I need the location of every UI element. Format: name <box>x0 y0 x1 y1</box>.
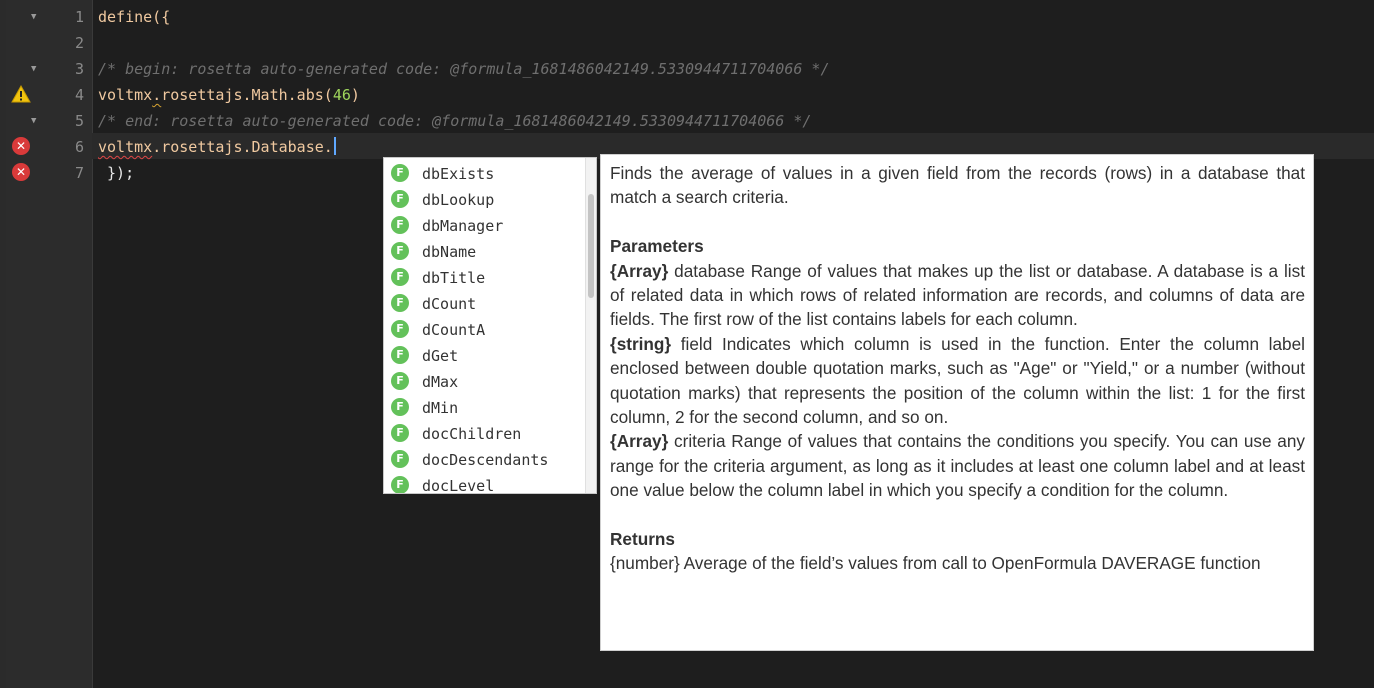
line-number: 6 <box>74 138 84 156</box>
warning-squiggle: . <box>152 86 162 104</box>
gutter-row: ▼ 3 <box>6 56 92 82</box>
code-line-3[interactable]: /* begin: rosetta auto-generated code: @… <box>98 56 830 82</box>
line-number: 5 <box>74 112 84 130</box>
code-line-6[interactable]: voltmx.rosettajs.Database. <box>98 134 336 160</box>
autocomplete-item[interactable]: FdGet <box>384 342 584 368</box>
function-icon: F <box>391 450 409 468</box>
function-icon: F <box>391 424 409 442</box>
gutter-row: ✕ 7 <box>6 160 92 186</box>
gutter-row: ▼ 5 <box>6 108 92 134</box>
doc-returns-heading: Returns <box>610 529 675 550</box>
code-line-4[interactable]: voltmx.rosettajs.Math.abs(46) <box>98 82 360 108</box>
param-type: {Array} <box>610 431 669 452</box>
fold-toggle-icon[interactable]: ▼ <box>31 116 36 126</box>
doc-param: {Array} database Range of values that ma… <box>610 259 1305 332</box>
param-description: database Range of values that makes up t… <box>610 260 1305 330</box>
autocomplete-item[interactable]: FdbTitle <box>384 264 584 290</box>
param-description: criteria Range of values that contains t… <box>610 431 1305 501</box>
line-number: 2 <box>74 34 84 52</box>
documentation-tooltip: Finds the average of values in a given f… <box>600 154 1314 651</box>
gutter-row: 4 <box>6 82 92 108</box>
function-icon: F <box>391 242 409 260</box>
code-line-5[interactable]: /* end: rosetta auto-generated code: @fo… <box>98 108 811 134</box>
warning-icon[interactable] <box>11 85 31 103</box>
autocomplete-scrollbar[interactable] <box>585 158 596 493</box>
scrollbar-thumb[interactable] <box>588 194 594 298</box>
autocomplete-item[interactable]: FdocDescendants <box>384 446 584 472</box>
line-number-gutter: ▼ 1 2 ▼ 3 4 ▼ 5 ✕ 6 ✕ 7 <box>6 0 93 688</box>
member-chain: rosettajs.Math.abs( <box>161 86 333 104</box>
doc-param: {string} field Indicates which column is… <box>610 332 1305 430</box>
doc-returns: {number} Average of the field’s values f… <box>610 553 1261 574</box>
autocomplete-item[interactable]: FdbExists <box>384 160 584 186</box>
close-paren: ) <box>350 86 360 104</box>
autocomplete-item[interactable]: FdbManager <box>384 212 584 238</box>
function-icon: F <box>391 190 409 208</box>
autocomplete-item[interactable]: FdMin <box>384 394 584 420</box>
gutter-row: 2 <box>6 30 92 56</box>
line-number: 1 <box>74 8 84 26</box>
autocomplete-item[interactable]: FdMax <box>384 368 584 394</box>
identifier-voltmx-error: voltmx <box>98 138 153 156</box>
autocomplete-item[interactable]: FdocChildren <box>384 420 584 446</box>
error-icon[interactable]: ✕ <box>12 163 30 181</box>
code-line-7[interactable]: }); <box>98 160 134 186</box>
function-icon: F <box>391 216 409 234</box>
code-editor[interactable]: ⋮⋮ ▼ 1 2 ▼ 3 4 ▼ 5 <box>0 0 1374 688</box>
autocomplete-item[interactable]: FdocLevel <box>384 472 584 493</box>
function-icon: F <box>391 294 409 312</box>
doc-parameters-heading: Parameters <box>610 236 704 257</box>
function-icon: F <box>391 164 409 182</box>
doc-summary: Finds the average of values in a given f… <box>610 163 1305 208</box>
function-icon: F <box>391 268 409 286</box>
line-number: 7 <box>74 164 84 182</box>
autocomplete-item[interactable]: FdbName <box>384 238 584 264</box>
function-icon: F <box>391 398 409 416</box>
param-type: {Array} <box>610 260 669 281</box>
autocomplete-item[interactable]: FdCountA <box>384 316 584 342</box>
line-number: 4 <box>74 86 84 104</box>
param-description: field Indicates which column is used in … <box>610 333 1305 428</box>
line-number: 3 <box>74 60 84 78</box>
identifier-voltmx: voltmx <box>98 86 153 104</box>
code-line-1[interactable]: define({ <box>98 4 170 30</box>
member-chain: .rosettajs.Database. <box>152 138 333 156</box>
gutter-row: ✕ 6 <box>6 134 92 160</box>
param-type: {string} <box>610 333 672 354</box>
function-icon: F <box>391 320 409 338</box>
gutter-row: ▼ 1 <box>6 4 92 30</box>
error-icon[interactable]: ✕ <box>12 137 30 155</box>
autocomplete-item[interactable]: FdCount <box>384 290 584 316</box>
text-cursor <box>333 137 336 155</box>
doc-param: {Array} criteria Range of values that co… <box>610 429 1305 502</box>
autocomplete-item[interactable]: FdbLookup <box>384 186 584 212</box>
function-icon: F <box>391 346 409 364</box>
fold-toggle-icon[interactable]: ▼ <box>31 12 36 22</box>
autocomplete-list[interactable]: FdbExists FdbLookup FdbManager FdbName F… <box>383 157 597 494</box>
number-literal: 46 <box>332 86 351 104</box>
function-icon: F <box>391 476 409 493</box>
function-icon: F <box>391 372 409 390</box>
fold-toggle-icon[interactable]: ▼ <box>31 64 36 74</box>
